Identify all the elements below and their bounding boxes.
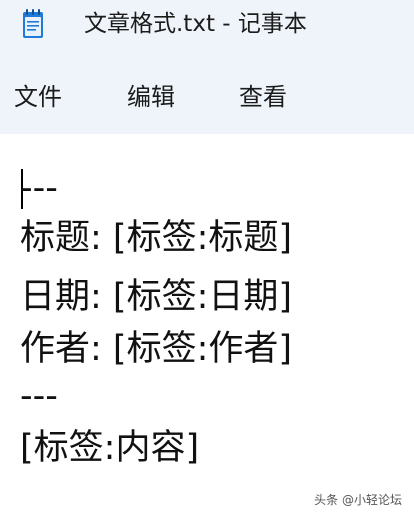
notepad-icon <box>23 9 43 38</box>
title-bar: 文章格式.txt - 记事本 <box>0 0 414 52</box>
editor-line: 标题: [标签:标题] <box>20 218 293 258</box>
editor-line: 作者: [标签:作者] <box>20 329 293 369</box>
menu-bar: 文件 编辑 查看 <box>0 52 414 134</box>
menu-view[interactable]: 查看 <box>239 82 287 112</box>
editor-line: [标签:内容] <box>20 428 200 468</box>
editor-line: --- <box>20 376 58 416</box>
editor-line: --- <box>20 168 58 208</box>
text-editor[interactable]: --- 标题: [标签:标题] 日期: [标签:日期] 作者: [标签:作者] … <box>0 134 414 516</box>
menu-file[interactable]: 文件 <box>14 82 62 112</box>
watermark: 头条 @小轻论坛 <box>314 493 402 507</box>
menu-edit[interactable]: 编辑 <box>127 82 175 112</box>
editor-line: 日期: [标签:日期] <box>20 277 293 317</box>
window-title: 文章格式.txt - 记事本 <box>84 11 307 37</box>
